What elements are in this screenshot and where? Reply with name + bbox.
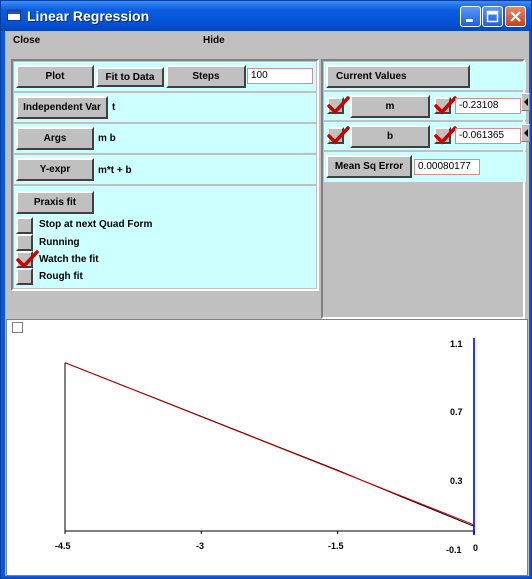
y-tick-label: -0.1 bbox=[446, 545, 462, 555]
param-b-row: b -0.061365 bbox=[324, 122, 526, 150]
args-row: Args m b bbox=[14, 124, 316, 153]
check-icon bbox=[327, 126, 350, 145]
minimize-icon bbox=[466, 19, 473, 22]
param-m-value[interactable]: -0.23108 bbox=[455, 98, 521, 114]
y-tick-label: 0.7 bbox=[450, 407, 463, 417]
param-b-value[interactable]: -0.061365 bbox=[455, 128, 521, 144]
menu-close[interactable]: Close bbox=[13, 35, 40, 46]
check-icon bbox=[327, 96, 350, 115]
y-expr-button[interactable]: Y-expr bbox=[16, 158, 94, 181]
maximize-button[interactable] bbox=[482, 6, 503, 27]
param-b-check-right[interactable] bbox=[434, 126, 457, 145]
stop-quad-form-checkbox[interactable] bbox=[16, 217, 33, 234]
current-values-row: Current Values bbox=[324, 62, 526, 90]
param-b-button[interactable]: b bbox=[350, 125, 430, 148]
control-panel: Plot Fit to Data Steps 100 Independent V… bbox=[11, 59, 319, 291]
fit-series-line bbox=[64, 362, 475, 526]
x-tick-label: -3 bbox=[196, 541, 205, 551]
close-icon bbox=[510, 11, 521, 22]
param-b-check-left[interactable] bbox=[327, 126, 350, 145]
values-panel: Current Values m -0.23108 b -0.061365 Me… bbox=[321, 59, 526, 319]
args-value[interactable]: m b bbox=[98, 133, 116, 144]
menu-bar: Close Hide bbox=[5, 31, 529, 52]
mse-value[interactable]: 0.00080177 bbox=[414, 159, 480, 175]
mse-row: Mean Sq Error 0.00080177 bbox=[324, 152, 526, 182]
menu-hide[interactable]: Hide bbox=[203, 35, 225, 46]
minimize-button[interactable] bbox=[460, 6, 481, 27]
x-tick-label: -4.5 bbox=[55, 541, 71, 551]
independent-var-row: Independent Var t bbox=[14, 93, 316, 122]
plot-area[interactable]: -4.5 -3 -1.5 0 1.1 0.7 0.3 -0.1 bbox=[6, 319, 528, 576]
plot-button[interactable]: Plot bbox=[16, 65, 94, 88]
running-label: Running bbox=[39, 237, 80, 248]
rough-fit-checkbox[interactable] bbox=[16, 268, 33, 285]
app-icon bbox=[7, 10, 21, 21]
close-window-button[interactable] bbox=[505, 6, 526, 27]
param-m-check-right[interactable] bbox=[434, 96, 457, 115]
stop-quad-form-label: Stop at next Quad Form bbox=[39, 219, 153, 230]
mse-button[interactable]: Mean Sq Error bbox=[326, 155, 412, 178]
title-bar[interactable]: Linear Regression bbox=[1, 1, 531, 31]
arrow-left-icon bbox=[524, 98, 528, 106]
param-m-check-left[interactable] bbox=[327, 96, 350, 115]
rough-fit-label: Rough fit bbox=[39, 271, 83, 282]
watch-fit-checkbox[interactable] bbox=[16, 250, 39, 269]
x-tick-label: 0 bbox=[473, 543, 479, 553]
arrow-left-icon bbox=[524, 129, 528, 137]
steps-input[interactable]: 100 bbox=[247, 68, 313, 84]
param-m-row: m -0.23108 bbox=[324, 92, 526, 120]
current-values-button[interactable]: Current Values bbox=[326, 65, 470, 88]
param-m-button[interactable]: m bbox=[350, 95, 430, 118]
param-m-scroll-arrow[interactable] bbox=[521, 93, 530, 111]
maximize-icon bbox=[486, 10, 499, 23]
x-tick-label: -1.5 bbox=[328, 541, 344, 551]
y-tick-label: 1.1 bbox=[450, 339, 463, 349]
plot-row: Plot Fit to Data Steps 100 bbox=[14, 62, 316, 91]
app-window: Linear Regression Close Hide Plot Fit to… bbox=[0, 0, 532, 579]
praxis-section: Praxis fit Stop at next Quad Form Runnin… bbox=[14, 186, 316, 288]
fit-to-data-button[interactable]: Fit to Data bbox=[96, 67, 164, 87]
client-area: Plot Fit to Data Steps 100 Independent V… bbox=[5, 51, 530, 576]
y-expr-value[interactable]: m*t + b bbox=[98, 165, 132, 176]
praxis-fit-button[interactable]: Praxis fit bbox=[16, 191, 94, 214]
param-b-scroll-arrow[interactable] bbox=[521, 124, 530, 142]
y-tick-label: 0.3 bbox=[450, 476, 463, 486]
steps-button[interactable]: Steps bbox=[166, 65, 246, 88]
regression-chart bbox=[64, 338, 475, 535]
y-expr-row: Y-expr m*t + b bbox=[14, 155, 316, 184]
independent-var-button[interactable]: Independent Var bbox=[16, 96, 108, 119]
independent-var-value[interactable]: t bbox=[112, 102, 115, 113]
window-title: Linear Regression bbox=[27, 8, 150, 24]
watch-fit-label: Watch the fit bbox=[39, 254, 99, 265]
args-button[interactable]: Args bbox=[16, 127, 94, 150]
